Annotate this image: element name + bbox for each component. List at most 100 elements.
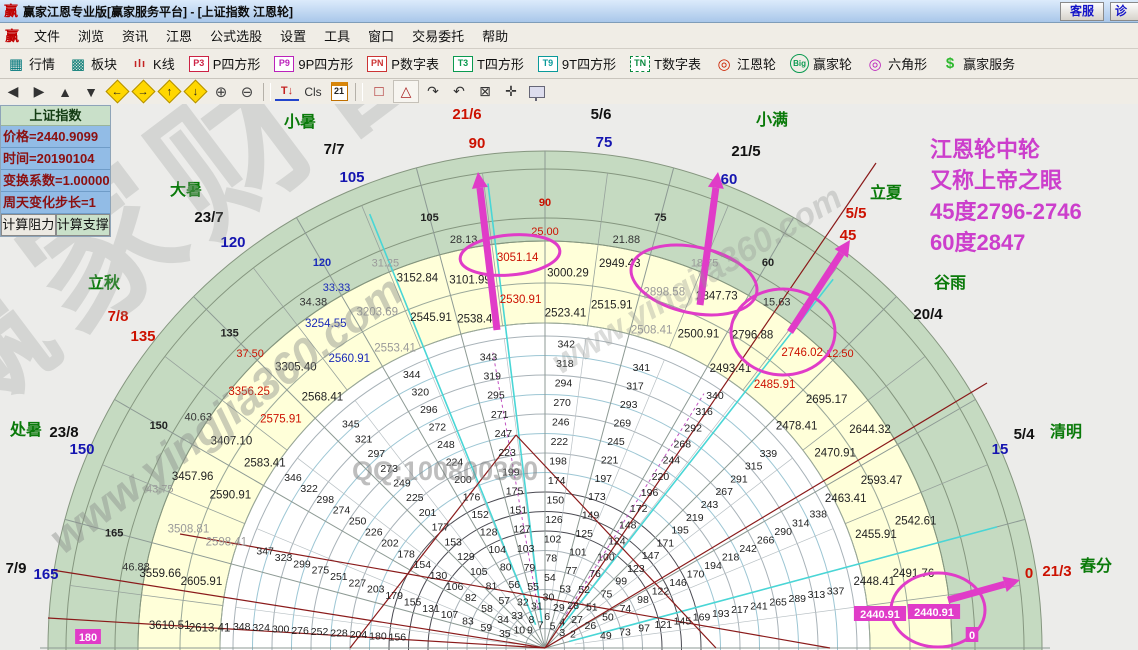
- svg-text:175: 175: [506, 485, 524, 497]
- rotate-ccw-button[interactable]: ↶: [447, 81, 471, 102]
- nav-left-button[interactable]: ◀: [1, 81, 25, 102]
- menu-item-浏览[interactable]: 浏览: [69, 24, 113, 47]
- svg-text:196: 196: [641, 487, 659, 499]
- center-cross-button[interactable]: ✛: [499, 81, 523, 102]
- customer-service-button[interactable]: 客服: [1060, 2, 1104, 21]
- nav-right-button[interactable]: ▶: [27, 81, 51, 102]
- menu-item-交易委托[interactable]: 交易委托: [403, 24, 473, 47]
- toolbar-button-T数字表[interactable]: TNT数字表: [623, 52, 708, 76]
- svg-text:立秋: 立秋: [88, 273, 121, 292]
- svg-text:299: 299: [293, 558, 311, 570]
- shift-down-button[interactable]: ↓: [183, 81, 207, 102]
- toolbar-button-六角形[interactable]: ◎六角形: [859, 52, 934, 76]
- svg-text:2695.17: 2695.17: [806, 394, 848, 406]
- toolbar-button-P四方形[interactable]: P3P四方形: [182, 52, 268, 76]
- shift-right-button[interactable]: →: [131, 81, 155, 102]
- svg-text:344: 344: [403, 369, 421, 381]
- svg-text:3000.29: 3000.29: [547, 268, 589, 280]
- toolbar-label: 六角形: [888, 54, 927, 73]
- cls-button[interactable]: Cls: [301, 81, 325, 102]
- menu-item-公式选股[interactable]: 公式选股: [201, 24, 271, 47]
- toolbar-button-K线[interactable]: ılıK线: [124, 52, 182, 76]
- svg-text:291: 291: [730, 473, 748, 485]
- svg-text:127: 127: [513, 524, 531, 536]
- toolbar-label: 板块: [91, 54, 117, 73]
- svg-text:3356.25: 3356.25: [228, 386, 270, 398]
- svg-text:90: 90: [469, 135, 486, 152]
- zoom-out-button[interactable]: ⊖: [235, 81, 259, 102]
- svg-text:9: 9: [527, 625, 533, 637]
- svg-text:5/4: 5/4: [1014, 426, 1036, 443]
- menu-item-工具[interactable]: 工具: [315, 24, 359, 47]
- toolbar-button-赢家服务[interactable]: $赢家服务: [934, 52, 1022, 76]
- calendar-button[interactable]: 21: [327, 81, 351, 102]
- svg-text:3508.81: 3508.81: [168, 524, 210, 536]
- svg-text:28: 28: [567, 600, 579, 612]
- toolbar-button-P数字表[interactable]: PNP数字表: [360, 52, 446, 76]
- menu-item-资讯[interactable]: 资讯: [113, 24, 157, 47]
- menu-item-江恩[interactable]: 江恩: [157, 24, 201, 47]
- calc-support-button[interactable]: 计算支撑: [56, 214, 111, 236]
- svg-text:177: 177: [432, 522, 450, 534]
- svg-text:3305.40: 3305.40: [275, 361, 317, 373]
- screen-button[interactable]: [525, 81, 549, 102]
- svg-text:146: 146: [669, 577, 687, 589]
- rotate-cw-button[interactable]: ↷: [421, 81, 445, 102]
- title-bar: 赢 赢家江恩专业版[赢家服务平台] - [上证指数 江恩轮] 客服 诊: [0, 0, 1138, 23]
- svg-text:小满: 小满: [756, 111, 788, 129]
- box-x-button[interactable]: ⊠: [473, 81, 497, 102]
- svg-text:2568.41: 2568.41: [302, 391, 344, 403]
- svg-text:大暑: 大暑: [170, 180, 202, 199]
- calc-resistance-button[interactable]: 计算阻力: [1, 214, 56, 236]
- svg-text:200: 200: [454, 474, 472, 486]
- svg-text:2605.91: 2605.91: [181, 576, 223, 588]
- svg-text:147: 147: [642, 550, 660, 562]
- shift-up-button[interactable]: ↑: [157, 81, 181, 102]
- svg-text:122: 122: [652, 586, 670, 598]
- partial-button[interactable]: 诊: [1110, 2, 1138, 21]
- svg-text:6: 6: [544, 611, 550, 623]
- svg-text:270: 270: [553, 397, 571, 409]
- menu-item-文件[interactable]: 文件: [25, 24, 69, 47]
- svg-text:81: 81: [486, 580, 498, 592]
- nav-down-button[interactable]: ▼: [79, 81, 103, 102]
- toolbar-label: 赢家轮: [813, 54, 852, 73]
- svg-text:2448.41: 2448.41: [853, 576, 895, 588]
- svg-text:217: 217: [731, 604, 749, 616]
- svg-text:谷雨: 谷雨: [934, 274, 966, 292]
- svg-text:2542.61: 2542.61: [895, 515, 937, 527]
- toolbar-button-板块[interactable]: ▩板块: [62, 52, 124, 76]
- svg-text:228: 228: [330, 628, 348, 640]
- svg-text:2583.41: 2583.41: [244, 458, 286, 470]
- gann-wheel-chart-area[interactable]: 3373383393403413423433443453463473483133…: [0, 104, 1138, 650]
- svg-text:342: 342: [557, 339, 575, 351]
- svg-text:135: 135: [130, 328, 155, 345]
- svg-text:246: 246: [552, 417, 570, 429]
- svg-text:2613.41: 2613.41: [189, 622, 231, 634]
- svg-text:7/9: 7/9: [6, 560, 27, 577]
- nav-up-button[interactable]: ▲: [53, 81, 77, 102]
- menu-item-设置[interactable]: 设置: [271, 24, 315, 47]
- svg-text:244: 244: [663, 455, 681, 467]
- svg-text:170: 170: [687, 569, 705, 581]
- toolbar-button-江恩轮[interactable]: ◎江恩轮: [708, 52, 783, 76]
- toolbar-button-行情[interactable]: ▦行情: [0, 52, 62, 76]
- svg-text:202: 202: [381, 537, 399, 549]
- toolbar-label: K线: [153, 54, 175, 73]
- shift-left-button[interactable]: ←: [105, 81, 129, 102]
- draw-triangle-button[interactable]: △: [393, 80, 419, 103]
- toolbar-button-9T四方形[interactable]: T99T四方形: [531, 52, 623, 76]
- toolbar-button-9P四方形[interactable]: P99P四方形: [267, 52, 360, 76]
- zoom-in-button[interactable]: ⊕: [209, 81, 233, 102]
- menu-item-窗口[interactable]: 窗口: [359, 24, 403, 47]
- svg-text:2493.41: 2493.41: [710, 363, 752, 375]
- svg-text:2500.91: 2500.91: [678, 328, 720, 340]
- toolbar-button-赢家轮[interactable]: Big赢家轮: [783, 52, 859, 76]
- t-down-button[interactable]: T↓: [275, 83, 299, 101]
- draw-square-button[interactable]: □: [367, 81, 391, 102]
- svg-text:340: 340: [706, 390, 724, 402]
- toolbar-button-T四方形[interactable]: T3T四方形: [446, 52, 531, 76]
- menu-item-帮助[interactable]: 帮助: [473, 24, 517, 47]
- svg-text:194: 194: [704, 560, 722, 572]
- toolbar-label: 9T四方形: [562, 54, 616, 73]
